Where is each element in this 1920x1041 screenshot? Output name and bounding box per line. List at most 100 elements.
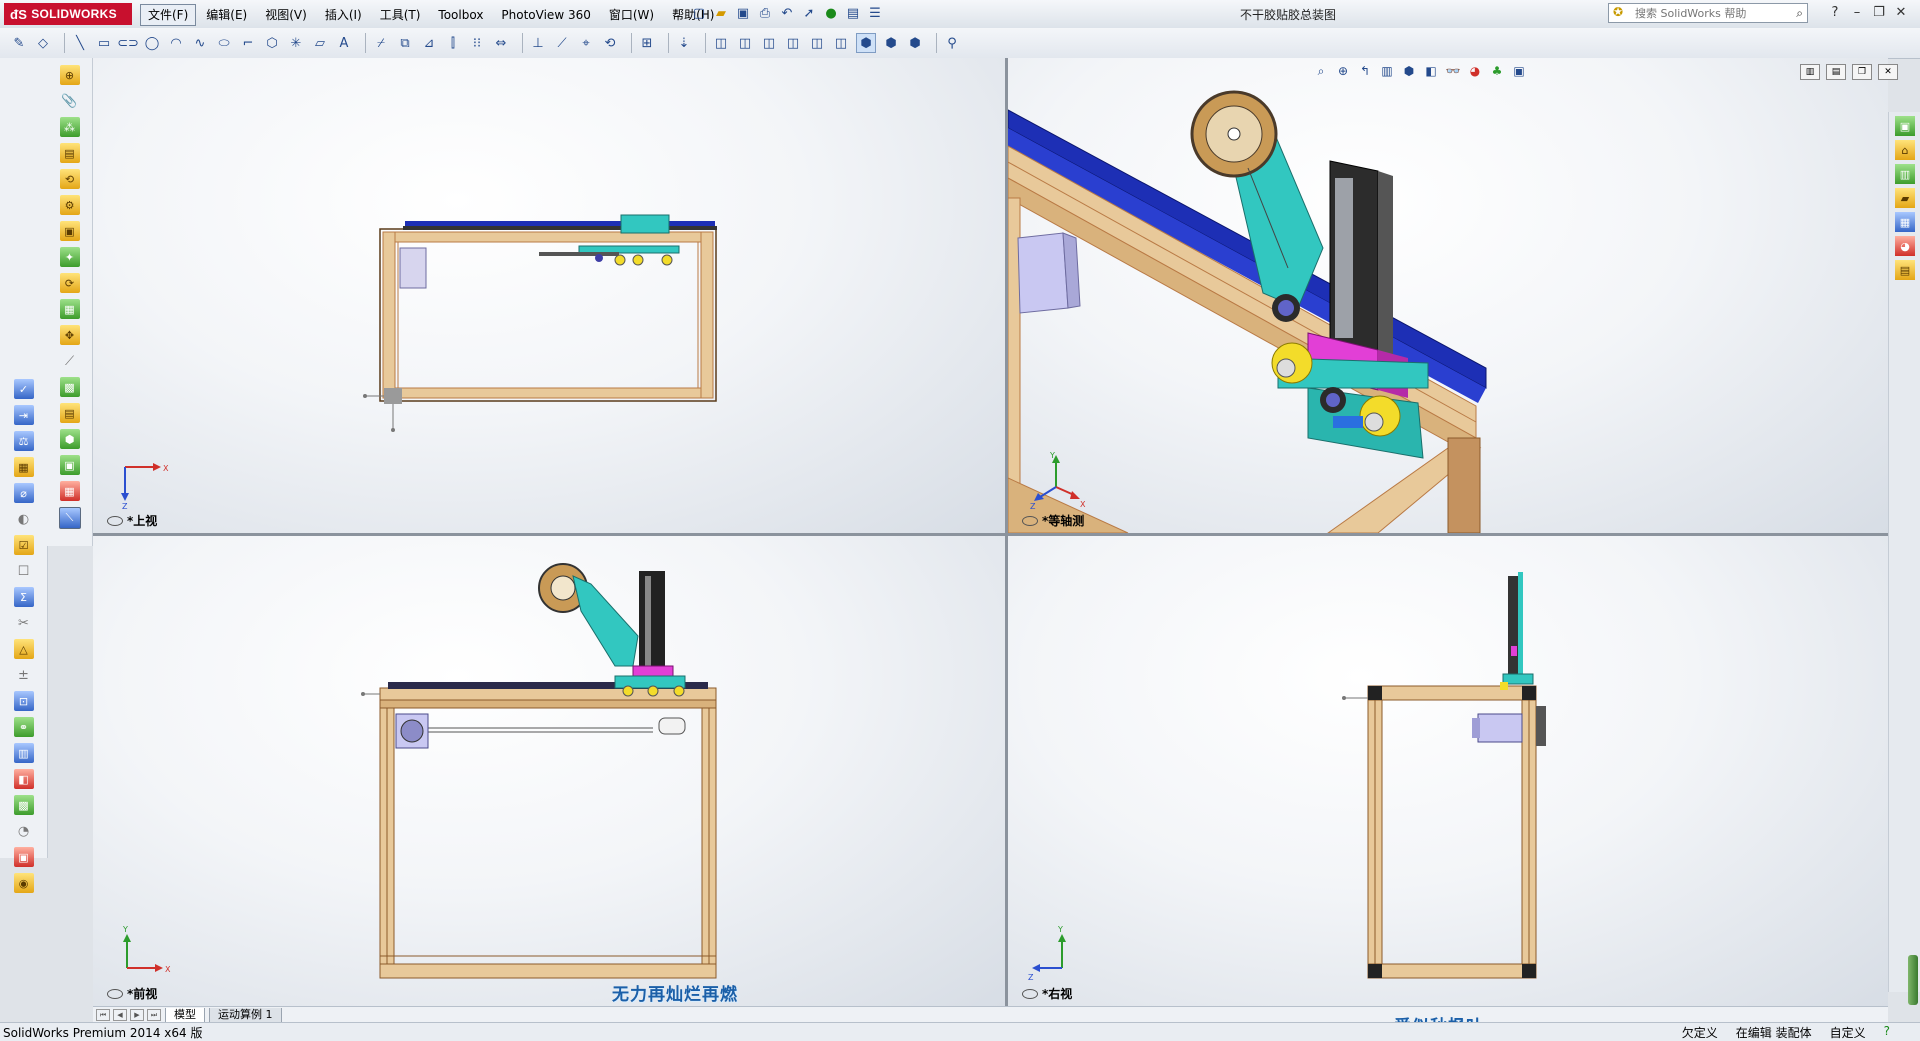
insert-components-icon[interactable]: ⊕ [59,65,80,85]
mate-icon[interactable]: 📎 [60,91,80,111]
measure-icon[interactable]: ⇥ [13,405,34,425]
first-tab-icon[interactable]: ⏮ [96,1009,110,1021]
offset-icon[interactable]: ⊿ [420,34,438,52]
bottom-view-icon[interactable]: ◫ [832,34,850,52]
arc-icon[interactable]: ◠ [167,34,185,52]
menu-window[interactable]: 窗口(W) [601,4,662,26]
menu-toolbox[interactable]: Toolbox [430,4,491,26]
draft-analysis-icon[interactable]: ✂ [14,613,34,633]
interference-detection-icon[interactable]: ▩ [59,377,80,397]
section-view-icon[interactable]: ▥ [1378,62,1396,80]
move-entities-icon[interactable]: ⇔ [492,34,510,52]
new-document-icon[interactable]: ▢ [690,4,708,22]
view-orientation-icon[interactable]: ⬢ [1400,62,1418,80]
solidworks-logo[interactable]: ᵭS SOLIDWORKS [4,3,132,25]
new-motion-study-icon[interactable]: ⟳ [59,273,80,293]
next-tab-icon[interactable]: ▶ [130,1009,144,1021]
display-relations-icon[interactable]: ⊥ [529,34,547,52]
scroll-grip[interactable] [1908,955,1918,1005]
assembly-visualization-icon[interactable]: ▩ [13,795,34,815]
viewport-isometric[interactable]: Y X Z *等轴测 [1008,58,1888,533]
spline-icon[interactable]: ∿ [191,34,209,52]
bill-of-materials-icon[interactable]: ▦ [59,299,80,319]
undo-icon[interactable]: ↶ [778,4,796,22]
line-icon[interactable]: ╲ [71,34,89,52]
back-view-icon[interactable]: ◫ [736,34,754,52]
clearance-icon[interactable]: ◐ [14,509,34,529]
show-hidden-icon[interactable]: ⚙ [59,195,80,215]
clearance-verification-icon[interactable]: ▤ [59,403,80,423]
move-component-icon[interactable]: ⟲ [59,169,80,189]
trim-icon[interactable]: ⌿ [372,34,390,52]
check-icon[interactable]: ☑ [13,535,34,555]
viewport-top[interactable]: XZ *上视 [93,58,1005,533]
status-custom-units[interactable]: 自定义 [1830,1024,1866,1041]
costing-icon[interactable]: ▣ [13,847,34,867]
restore-icon[interactable]: ❐ [1868,4,1890,22]
tab-motion-study[interactable]: 运动算例 1 [209,1007,282,1023]
vertical-splitter[interactable] [1005,58,1008,1006]
left-view-icon[interactable]: ◫ [760,34,778,52]
print-icon[interactable]: ⎙ [756,4,774,22]
polygon-icon[interactable]: ⬡ [263,34,281,52]
smart-dimension-icon[interactable]: ◇ [34,34,52,52]
sketch-icon[interactable]: ✎ [10,34,28,52]
parting-line-icon[interactable]: ± [14,665,34,685]
deviation-icon[interactable]: ⊡ [13,691,34,711]
interference-icon[interactable]: ⌀ [13,483,34,503]
smart-fasteners-icon[interactable]: ▤ [59,143,80,163]
menu-tools[interactable]: 工具(T) [372,4,429,26]
hide-show-items-icon[interactable]: 👓 [1444,62,1462,80]
linear-pattern-icon[interactable]: ⁝⁝ [468,34,486,52]
last-tab-icon[interactable]: ⏭ [147,1009,161,1021]
text-icon[interactable]: A [335,34,353,52]
explode-line-icon[interactable]: ⟋ [60,351,80,371]
geometry-analysis-icon[interactable]: ☐ [14,561,34,581]
rebuild-icon[interactable]: ● [822,4,840,22]
point-icon[interactable]: ✳ [287,34,305,52]
plane-icon[interactable]: ▱ [311,34,329,52]
zoom-to-area-icon[interactable]: ⊕ [1334,62,1352,80]
menu-edit[interactable]: 编辑(E) [198,4,255,26]
options-icon[interactable]: ☰ [866,4,884,22]
front-view-icon[interactable]: ◫ [712,34,730,52]
viewport-restore-icon[interactable]: ❐ [1852,64,1872,80]
prev-tab-icon[interactable]: ◀ [113,1009,127,1021]
sustainability-icon[interactable]: ◉ [13,873,34,893]
menu-insert[interactable]: 插入(I) [317,4,370,26]
slot-icon[interactable]: ⊂⊃ [117,34,139,52]
repair-sketch-icon[interactable]: ⟋ [553,34,571,52]
previous-view-icon[interactable]: ↰ [1356,62,1374,80]
horizontal-splitter[interactable] [93,533,1888,536]
appearances-icon[interactable]: ◕ [1895,236,1915,256]
help-icon[interactable]: ? [1884,1024,1890,1041]
open-folder-icon[interactable]: ▰ [712,4,730,22]
feature-statistics-icon[interactable]: ▥ [13,743,34,763]
menu-photoview[interactable]: PhotoView 360 [493,4,598,26]
spelling-icon[interactable]: ✓ [13,379,34,399]
magnifier-icon[interactable]: ⌕ [1796,6,1803,21]
rectangle-icon[interactable]: ▭ [95,34,113,52]
hole-alignment-icon[interactable]: ⬢ [59,429,80,449]
right-view-icon[interactable]: ◫ [784,34,802,52]
close-icon[interactable]: ✕ [1890,4,1912,22]
select-pointer-icon[interactable]: ➚ [800,4,818,22]
reference-geometry-icon[interactable]: ✦ [59,247,80,267]
viewport-close-icon[interactable]: ✕ [1878,64,1898,80]
custom-properties-icon[interactable]: ▤ [1895,260,1915,280]
dimetric-view-icon[interactable]: ⬢ [906,34,924,52]
instant2d-icon[interactable]: ⊞ [638,34,656,52]
section-properties-icon[interactable]: ▦ [13,457,34,477]
help-icon[interactable]: ? [1824,4,1846,22]
zoom-to-fit-icon[interactable]: ⌕ [1312,62,1330,80]
save-icon[interactable]: ▣ [734,4,752,22]
quick-snaps-icon[interactable]: ⌖ [577,34,595,52]
home-icon[interactable]: ⌂ [1895,140,1915,160]
apply-scene-icon[interactable]: ♣ [1488,62,1506,80]
speedpak-icon[interactable]: ⟍ [58,507,81,529]
menu-view[interactable]: 视图(V) [257,4,315,26]
fillet-icon[interactable]: ⌐ [239,34,257,52]
rapid-sketch-icon[interactable]: ⟲ [601,34,619,52]
tab-model[interactable]: 模型 [165,1007,205,1023]
file-properties-icon[interactable]: ▤ [844,4,862,22]
